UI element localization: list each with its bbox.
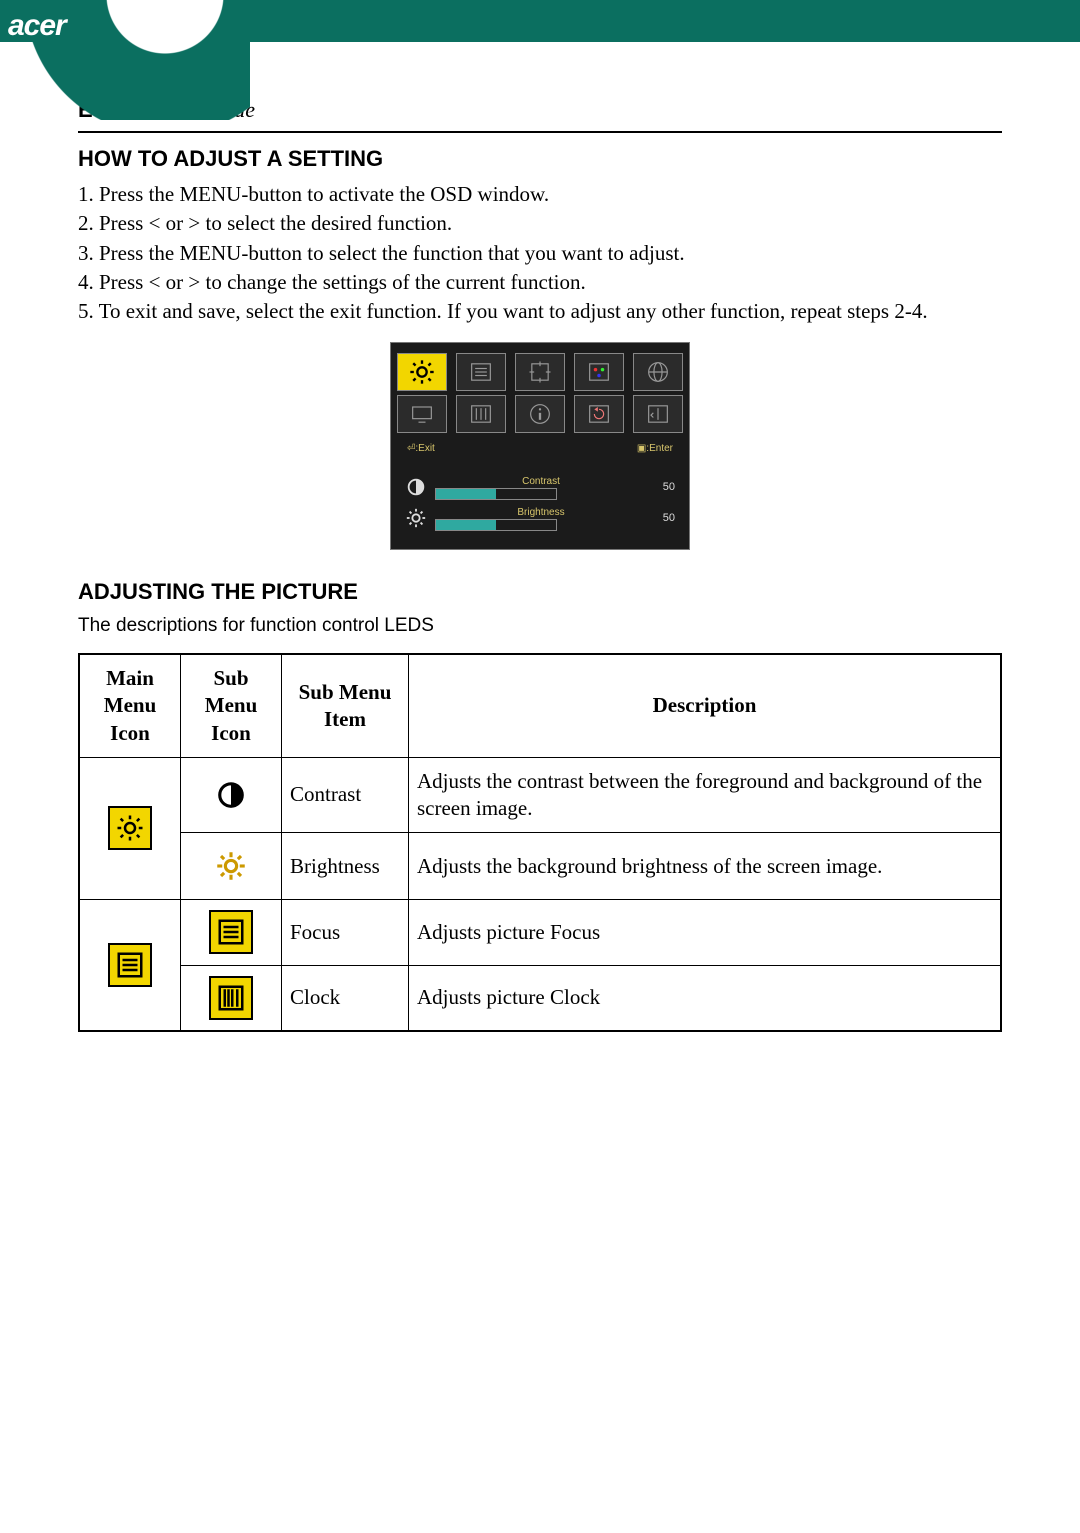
brightness-outline-icon [216, 851, 246, 881]
page-content: E-10 User's Guide HOW TO ADJUST A SETTIN… [0, 60, 1080, 1032]
position-icon [526, 358, 554, 386]
section-adjusting-picture: ADJUSTING THE PICTURE [78, 578, 1002, 607]
osd-contrast-label: Contrast [435, 475, 647, 488]
item-brightness: Brightness [282, 833, 409, 900]
image-icon-box [108, 943, 152, 987]
hlines-icon [115, 950, 145, 980]
table-header-row: Main Menu Icon Sub Menu Icon Sub Menu It… [79, 654, 1001, 757]
osd-brightness-slider[interactable] [435, 519, 557, 531]
table-row: Brightness Adjusts the background bright… [79, 833, 1001, 900]
table-row: Contrast Adjusts the contrast between th… [79, 757, 1001, 833]
osd-tab-7[interactable] [456, 395, 506, 433]
osd-brightness-tab[interactable] [397, 353, 447, 391]
osd-tab-3[interactable] [515, 353, 565, 391]
sub-icon-brightness [181, 833, 282, 900]
item-contrast: Contrast [282, 757, 409, 833]
th-sub-icon: Sub Menu Icon [181, 654, 282, 757]
osd-tab-9[interactable] [574, 395, 624, 433]
main-icon-image [79, 900, 181, 1031]
osd-row-1 [397, 353, 683, 391]
osd-contrast-value: 50 [655, 480, 675, 494]
sub-icon-contrast [181, 757, 282, 833]
sun-icon [408, 358, 436, 386]
osd-tab-8[interactable] [515, 395, 565, 433]
osd-contrast-slider[interactable] [435, 488, 557, 500]
step-3: 3. Press the MENU-button to select the f… [78, 240, 1002, 267]
brightness-icon-box [208, 843, 254, 889]
osd-exit-hint: ⏎:Exit [407, 442, 435, 455]
focus-icon-box [209, 910, 253, 954]
contrast-icon-box [208, 772, 254, 818]
th-main-icon: Main Menu Icon [79, 654, 181, 757]
vlines-icon [216, 983, 246, 1013]
step-1: 1. Press the MENU-button to activate the… [78, 181, 1002, 208]
osd-contrast-row: Contrast 50 [405, 475, 675, 500]
osd-tab-6[interactable] [397, 395, 447, 433]
osd-tab-10[interactable] [633, 395, 683, 433]
function-table: Main Menu Icon Sub Menu Icon Sub Menu It… [78, 653, 1002, 1032]
osd-hint-bar: ⏎:Exit ▣:Enter [397, 437, 683, 461]
section2-subtext: The descriptions for function control LE… [78, 614, 1002, 639]
item-focus: Focus [282, 900, 409, 965]
main-icon-brightness [79, 757, 181, 900]
focus-icon [216, 917, 246, 947]
header-rule [78, 131, 1002, 133]
brightness-icon [405, 507, 427, 529]
steps-list: 1. Press the MENU-button to activate the… [78, 181, 1002, 325]
sun-icon-box [108, 806, 152, 850]
desc-brightness: Adjusts the background brightness of the… [409, 833, 1002, 900]
osd-brightness-value: 50 [655, 511, 675, 525]
desc-focus: Adjusts picture Focus [409, 900, 1002, 965]
osd-enter-hint: ▣:Enter [637, 442, 673, 455]
osd-tab-4[interactable] [574, 353, 624, 391]
desc-contrast: Adjusts the contrast between the foregro… [409, 757, 1002, 833]
monitor-icon [408, 400, 436, 428]
desc-clock: Adjusts picture Clock [409, 965, 1002, 1031]
section-how-to-adjust: HOW TO ADJUST A SETTING [78, 145, 1002, 174]
step-4: 4. Press < or > to change the settings o… [78, 269, 1002, 296]
page: acer E-10 User's Guide HOW TO ADJUST A S… [0, 0, 1080, 1533]
osd-row-2 [397, 395, 683, 433]
osd-sliders: Contrast 50 Brightness 50 [397, 461, 683, 543]
exit-icon [644, 400, 672, 428]
th-sub-item: Sub Menu Item [282, 654, 409, 757]
lines-icon [467, 358, 495, 386]
osd-brightness-label: Brightness [435, 506, 647, 519]
osd-panel: ⏎:Exit ▣:Enter Contrast 50 [390, 342, 690, 550]
clock-icon-box [209, 976, 253, 1020]
osd-brightness-row: Brightness 50 [405, 506, 675, 531]
info-icon [526, 400, 554, 428]
contrast-icon [216, 780, 246, 810]
sun-icon [115, 813, 145, 843]
table-row: Focus Adjusts picture Focus [79, 900, 1001, 965]
step-5: 5. To exit and save, select the exit fun… [78, 298, 1002, 325]
reset-icon [585, 400, 613, 428]
globe-icon [644, 358, 672, 386]
bars-icon [467, 400, 495, 428]
osd-figure: ⏎:Exit ▣:Enter Contrast 50 [78, 342, 1002, 550]
th-description: Description [409, 654, 1002, 757]
item-clock: Clock [282, 965, 409, 1031]
osd-tab-2[interactable] [456, 353, 506, 391]
color-icon [585, 358, 613, 386]
sub-icon-clock [181, 965, 282, 1031]
step-2: 2. Press < or > to select the desired fu… [78, 210, 1002, 237]
table-row: Clock Adjusts picture Clock [79, 965, 1001, 1031]
osd-tab-5[interactable] [633, 353, 683, 391]
page-header: acer [0, 0, 1080, 60]
brand-logo: acer [8, 6, 66, 45]
sub-icon-focus [181, 900, 282, 965]
contrast-icon [405, 476, 427, 498]
